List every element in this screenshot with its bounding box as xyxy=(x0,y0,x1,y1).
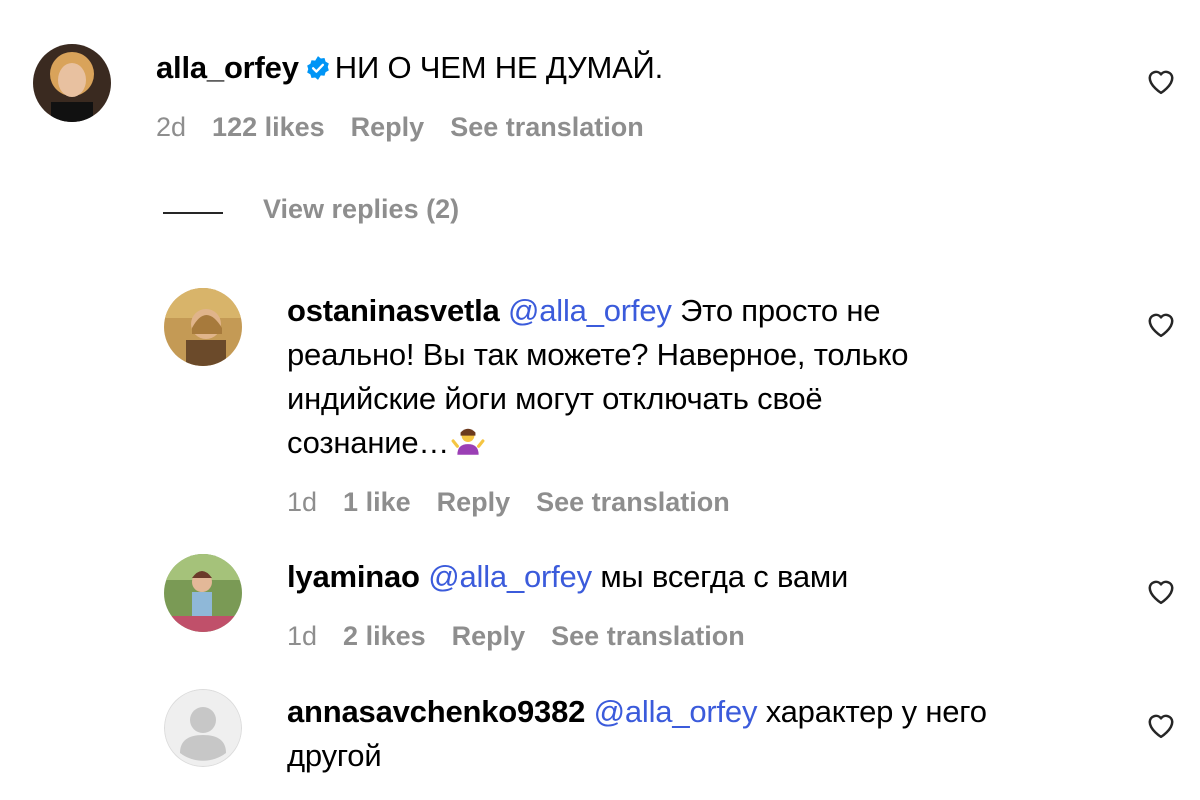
likes-count[interactable]: 1 like xyxy=(343,487,411,517)
replies-divider xyxy=(163,212,223,214)
avatar-ostaninasvetla[interactable] xyxy=(164,288,242,366)
comment-line: annasavchenko9382 @alla_orfey характер у… xyxy=(287,690,1147,734)
default-avatar-icon[interactable] xyxy=(164,689,242,767)
username[interactable]: annasavchenko9382 xyxy=(287,694,585,729)
comment-meta-2: 1d 1 like Reply See translation xyxy=(287,487,756,518)
comment-body: Это просто не xyxy=(671,293,881,328)
mention-link[interactable]: @alla_orfey xyxy=(508,293,672,328)
comment-text-3: lyaminao @alla_orfey мы всегда с вами xyxy=(287,555,848,599)
likes-count[interactable]: 2 likes xyxy=(343,621,426,651)
reply-button[interactable]: Reply xyxy=(351,112,425,142)
likes-count[interactable]: 122 likes xyxy=(212,112,325,142)
comment-line: индийские йоги могут отключать своё xyxy=(287,381,823,416)
verified-badge-icon xyxy=(306,56,329,80)
username[interactable]: ostaninasvetla xyxy=(287,293,500,328)
comment-text-2: ostaninasvetla @alla_orfey Это просто не… xyxy=(287,289,1147,465)
heart-outline-icon[interactable] xyxy=(1146,67,1176,95)
avatar-lyaminao[interactable] xyxy=(164,554,242,632)
comment-line: сознание… xyxy=(287,421,1147,465)
comment-text-1: alla_orfey НИ О ЧЕМ НЕ ДУМАЙ. xyxy=(156,46,663,90)
comment-age: 1d xyxy=(287,621,318,651)
comment-meta-1: 2d 122 likes Reply See translation xyxy=(156,112,670,143)
comment-age: 1d xyxy=(287,487,318,517)
reply-button[interactable]: Reply xyxy=(452,621,526,651)
see-translation-button[interactable]: See translation xyxy=(450,112,644,142)
person-shrugging-emoji xyxy=(451,428,485,455)
comment-line: ostaninasvetla @alla_orfey Это просто не xyxy=(287,289,1147,333)
heart-outline-icon[interactable] xyxy=(1146,577,1176,605)
heart-outline-icon[interactable] xyxy=(1146,711,1176,739)
see-translation-button[interactable]: See translation xyxy=(536,487,730,517)
reply-button[interactable]: Reply xyxy=(437,487,511,517)
comment-text-4: annasavchenko9382 @alla_orfey характер у… xyxy=(287,690,1147,778)
avatar-alla-orfey[interactable] xyxy=(33,44,111,122)
mention-link[interactable]: @alla_orfey xyxy=(594,694,758,729)
username[interactable]: lyaminao xyxy=(287,559,420,594)
comment-meta-3: 1d 2 likes Reply See translation xyxy=(287,621,771,652)
comment-line: реально! Вы так можете? Наверное, только xyxy=(287,337,909,372)
comment-body: сознание… xyxy=(287,425,450,460)
comment-age: 2d xyxy=(156,112,187,142)
username[interactable]: alla_orfey xyxy=(156,50,299,85)
comment-body: НИ О ЧЕМ НЕ ДУМАЙ. xyxy=(334,50,664,85)
comment-body: мы всегда с вами xyxy=(591,559,849,594)
see-translation-button[interactable]: See translation xyxy=(551,621,745,651)
view-replies-button[interactable]: View replies (2) xyxy=(263,194,459,225)
comment-line: другой xyxy=(287,738,382,773)
mention-link[interactable]: @alla_orfey xyxy=(428,559,592,594)
comment-body: характер у него xyxy=(757,694,987,729)
heart-outline-icon[interactable] xyxy=(1146,310,1176,338)
